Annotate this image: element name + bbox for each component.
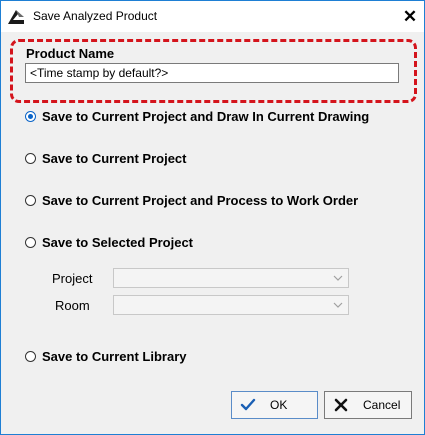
radio-button[interactable] [25,350,36,362]
title-bar: Save Analyzed Product ✕ [1,1,424,32]
room-label: Room [55,298,90,313]
option-label: Save to Current Library [42,348,187,364]
option-save-to-current-project[interactable]: Save to Current Project [25,149,187,167]
chevron-down-icon [333,302,343,308]
product-name-label: Product Name [26,46,115,61]
cancel-button-label: Cancel [363,398,401,412]
cancel-button[interactable]: Cancel [324,391,412,419]
save-analyzed-product-dialog: Save Analyzed Product ✕ Product Name Sav… [0,0,425,435]
cancel-x-icon [334,398,348,412]
option-draw-in-current-drawing[interactable]: Save to Current Project and Draw In Curr… [25,107,369,125]
project-label: Project [52,271,93,286]
option-save-to-current-library[interactable]: Save to Current Library [25,347,187,365]
chevron-down-icon [333,275,343,281]
app-logo-icon [8,10,24,24]
option-process-to-work-order[interactable]: Save to Current Project and Process to W… [25,191,358,209]
ok-button[interactable]: OK [231,391,318,419]
checkmark-icon [240,398,256,411]
option-label: Save to Current Project and Process to W… [42,192,359,208]
option-label: Save to Current Project [42,150,187,166]
product-name-input[interactable] [25,63,399,83]
close-icon[interactable]: ✕ [398,5,422,29]
window-title: Save Analyzed Product [33,9,158,23]
option-label: Save to Current Project and Draw In Curr… [42,108,370,124]
room-select[interactable] [113,295,349,315]
ok-button-label: OK [270,398,288,412]
option-save-to-selected-project[interactable]: Save to Selected Project [25,233,193,251]
radio-button[interactable] [25,236,36,248]
radio-button[interactable] [25,194,36,206]
project-select[interactable] [113,268,349,288]
option-label: Save to Selected Project [42,234,194,250]
radio-button-selected[interactable] [25,110,36,122]
radio-button[interactable] [25,152,36,164]
